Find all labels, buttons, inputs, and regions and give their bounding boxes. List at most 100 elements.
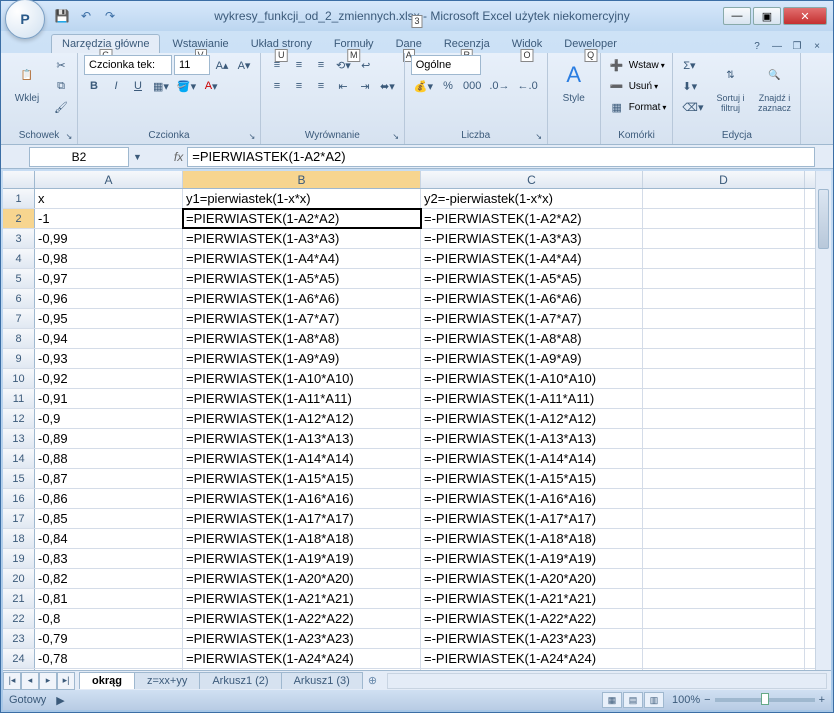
normal-view-button[interactable]: ▦	[602, 692, 622, 708]
zoom-out-button[interactable]: −	[704, 694, 710, 706]
cell[interactable]: =PIERWIASTEK(1-A15*A15)	[183, 469, 421, 488]
maximize-button[interactable]: ▣	[753, 7, 781, 25]
cell[interactable]	[643, 209, 805, 228]
cell[interactable]	[643, 649, 805, 668]
delete-cells-button[interactable]: ➖	[607, 76, 627, 96]
cell[interactable]: =-PIERWIASTEK(1-A17*A17)	[421, 509, 643, 528]
row-header[interactable]: 5	[3, 269, 35, 288]
cell[interactable]: y1=pierwiastek(1-x*x)	[183, 189, 421, 208]
row-header[interactable]: 17	[3, 509, 35, 528]
row-header[interactable]: 4	[3, 249, 35, 268]
macro-record-icon[interactable]: ▶	[56, 694, 64, 707]
cell[interactable]: =-PIERWIASTEK(1-A4*A4)	[421, 249, 643, 268]
cell[interactable]: =PIERWIASTEK(1-A18*A18)	[183, 529, 421, 548]
font-name-combo[interactable]: Czcionka tek:	[84, 55, 172, 75]
clipboard-launcher[interactable]: ↘	[63, 130, 75, 142]
formula-input[interactable]: =PIERWIASTEK(1-A2*A2)	[187, 147, 815, 167]
cell[interactable]: -0,9	[35, 409, 183, 428]
sheet-last-button[interactable]: ▸|	[57, 672, 75, 690]
decrease-decimal-button[interactable]: ←.0	[515, 76, 541, 96]
cell[interactable]: =-PIERWIASTEK(1-A22*A22)	[421, 609, 643, 628]
zoom-in-button[interactable]: +	[819, 694, 825, 706]
row-header[interactable]: 20	[3, 569, 35, 588]
cell[interactable]	[643, 229, 805, 248]
cell[interactable]: =PIERWIASTEK(1-A20*A20)	[183, 569, 421, 588]
cell[interactable]: =PIERWIASTEK(1-A10*A10)	[183, 369, 421, 388]
name-box[interactable]: B2	[29, 147, 129, 167]
underline-button[interactable]: U	[128, 76, 148, 96]
font-color-button[interactable]: A▾	[201, 76, 221, 96]
cell[interactable]: =-PIERWIASTEK(1-A5*A5)	[421, 269, 643, 288]
cell[interactable]: -0,99	[35, 229, 183, 248]
row-header[interactable]: 8	[3, 329, 35, 348]
cell[interactable]: =-PIERWIASTEK(1-A9*A9)	[421, 349, 643, 368]
align-middle-button[interactable]: ≡	[289, 55, 309, 75]
row-header[interactable]: 24	[3, 649, 35, 668]
cell[interactable]	[643, 249, 805, 268]
merge-button[interactable]: ⬌▾	[377, 76, 398, 96]
grow-font-button[interactable]: A▴	[212, 55, 232, 75]
cell[interactable]: =-PIERWIASTEK(1-A2*A2)	[421, 209, 643, 228]
cell[interactable]: =-PIERWIASTEK(1-A19*A19)	[421, 549, 643, 568]
align-top-button[interactable]: ≡	[267, 55, 287, 75]
select-all-corner[interactable]	[3, 171, 35, 188]
row-header[interactable]: 10	[3, 369, 35, 388]
cell[interactable]: =-PIERWIASTEK(1-A20*A20)	[421, 569, 643, 588]
insert-cells-button[interactable]: ➕	[607, 55, 627, 75]
wrap-text-button[interactable]: ↩	[356, 55, 376, 75]
row-header[interactable]: 9	[3, 349, 35, 368]
ribbon-tab[interactable]: WidokO	[502, 35, 553, 53]
row-header[interactable]: 6	[3, 289, 35, 308]
cell[interactable]: -0,96	[35, 289, 183, 308]
cell[interactable]: -0,91	[35, 389, 183, 408]
col-header-a[interactable]: A	[35, 171, 183, 188]
cell[interactable]: =PIERWIASTEK(1-A5*A5)	[183, 269, 421, 288]
row-header[interactable]: 23	[3, 629, 35, 648]
row-header[interactable]: 3	[3, 229, 35, 248]
bold-button[interactable]: B	[84, 76, 104, 96]
row-header[interactable]: 11	[3, 389, 35, 408]
cell[interactable]: =-PIERWIASTEK(1-A8*A8)	[421, 329, 643, 348]
format-painter-button[interactable]: 🖌	[51, 97, 71, 117]
cell[interactable]: -0,94	[35, 329, 183, 348]
number-format-combo[interactable]: Ogólne	[411, 55, 481, 75]
row-header[interactable]: 12	[3, 409, 35, 428]
cell[interactable]: =PIERWIASTEK(1-A4*A4)	[183, 249, 421, 268]
row-header[interactable]: 18	[3, 529, 35, 548]
cell[interactable]	[643, 269, 805, 288]
cell[interactable]	[643, 609, 805, 628]
cell[interactable]: -0,78	[35, 649, 183, 668]
row-header[interactable]: 22	[3, 609, 35, 628]
cell[interactable]: =PIERWIASTEK(1-A23*A23)	[183, 629, 421, 648]
cell[interactable]: =PIERWIASTEK(1-A24*A24)	[183, 649, 421, 668]
styles-button[interactable]: A Style	[554, 55, 594, 104]
cell[interactable]: =PIERWIASTEK(1-A7*A7)	[183, 309, 421, 328]
cell[interactable]: =PIERWIASTEK(1-A17*A17)	[183, 509, 421, 528]
doc-restore-button[interactable]: ❐	[789, 39, 805, 53]
cell[interactable]: -0,86	[35, 489, 183, 508]
zoom-slider[interactable]	[715, 698, 815, 702]
cell[interactable]: =PIERWIASTEK(1-A19*A19)	[183, 549, 421, 568]
cell[interactable]	[643, 329, 805, 348]
cell[interactable]: =PIERWIASTEK(1-A2*A2)	[183, 209, 421, 228]
cell[interactable]: -0,97	[35, 269, 183, 288]
row-header[interactable]: 13	[3, 429, 35, 448]
ribbon-tab[interactable]: WstawianieV	[162, 35, 238, 53]
cell[interactable]	[643, 509, 805, 528]
cell[interactable]: -0,92	[35, 369, 183, 388]
qat-redo-icon[interactable]: ↷3	[99, 5, 121, 27]
find-select-button[interactable]: 🔍 Znajdź i zaznacz	[754, 55, 794, 113]
cell[interactable]: =-PIERWIASTEK(1-A14*A14)	[421, 449, 643, 468]
cell[interactable]: -0,84	[35, 529, 183, 548]
cell[interactable]	[643, 589, 805, 608]
align-center-button[interactable]: ≡	[289, 76, 309, 96]
cell[interactable]	[643, 289, 805, 308]
cell[interactable]: =-PIERWIASTEK(1-A7*A7)	[421, 309, 643, 328]
cell[interactable]: -0,85	[35, 509, 183, 528]
cell[interactable]	[643, 429, 805, 448]
cell[interactable]	[643, 389, 805, 408]
cell[interactable]: -0,98	[35, 249, 183, 268]
increase-indent-button[interactable]: ⇥	[355, 76, 375, 96]
cell[interactable]	[643, 629, 805, 648]
qat-save-icon[interactable]: 💾1	[51, 5, 73, 27]
